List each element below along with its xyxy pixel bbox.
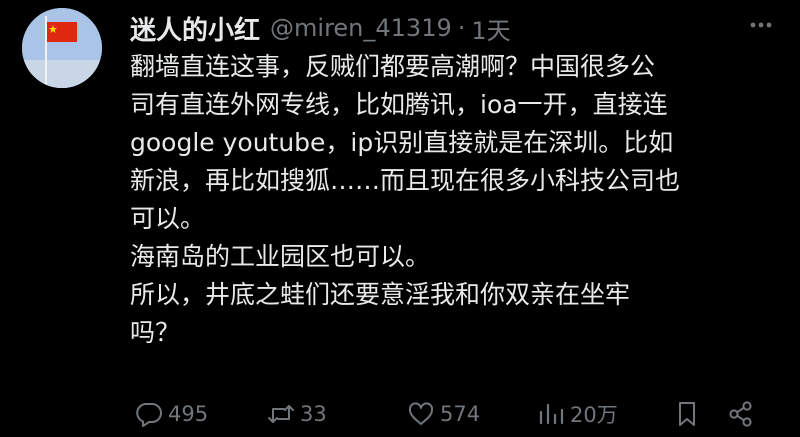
tweet-text-line: 翻墙直连这事，反贼们都要高潮啊？中国很多公 — [130, 52, 656, 81]
separator-dot: · — [457, 14, 466, 42]
heart-icon — [408, 402, 434, 425]
tweet-text-line: 所以，井底之蛙们还要意淫我和你双亲在坐牢 — [130, 280, 631, 309]
repost-count: 33 — [300, 402, 327, 426]
views-chart-icon — [539, 403, 564, 425]
more-options-icon[interactable] — [746, 10, 776, 40]
tweet-text-line: 吗？ — [130, 318, 181, 347]
tweet-text-line: 新浪，再比如搜狐……而且现在很多小科技公司也 — [130, 166, 681, 195]
reply-icon — [136, 403, 162, 427]
tweet-text-line: 可以。 — [130, 204, 206, 233]
tweet-text-line: google youtube，ip识别直接就是在深圳。比如 — [130, 128, 674, 157]
share-button[interactable] — [726, 394, 756, 434]
tweet-text-line: 海南岛的工业园区也可以。 — [130, 242, 431, 271]
like-button[interactable]: 574 — [406, 394, 480, 434]
bookmark-icon — [679, 402, 695, 426]
repost-button[interactable]: 33 — [266, 394, 327, 434]
tweet-header: 迷人的小红 @miren_41319 · 1天 — [130, 8, 511, 48]
action-bar: 495 33 574 20万 — [130, 394, 770, 434]
flag-avatar-icon — [22, 8, 102, 88]
display-name[interactable]: 迷人的小红 — [130, 10, 260, 47]
tweet-card: 迷人的小红 @miren_41319 · 1天 翻墙直连这事，反贼们都要高潮啊？… — [0, 0, 800, 437]
bookmark-button[interactable] — [672, 394, 702, 434]
user-handle[interactable]: @miren_41319 — [270, 14, 452, 42]
like-count: 574 — [440, 402, 481, 426]
view-count: 20万 — [570, 403, 618, 427]
timestamp[interactable]: 1天 — [471, 11, 510, 46]
tweet-text-line: 司有直连外网专线，比如腾讯，ioa一开，直接连 — [130, 90, 668, 119]
views-button[interactable]: 20万 — [536, 394, 618, 434]
reply-count: 495 — [168, 402, 209, 426]
reply-button[interactable]: 495 — [134, 394, 208, 434]
avatar[interactable] — [22, 8, 102, 88]
tweet-text: 翻墙直连这事，反贼们都要高潮啊？中国很多公 司有直连外网专线，比如腾讯，ioa一… — [130, 48, 770, 352]
repost-icon — [268, 405, 294, 423]
share-icon — [729, 401, 752, 427]
